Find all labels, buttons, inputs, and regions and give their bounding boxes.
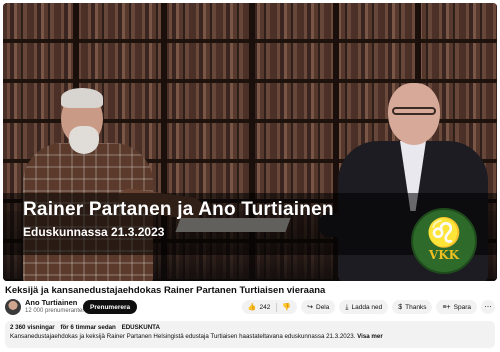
- thumbs-up-icon: 👍: [247, 303, 257, 311]
- video-title: Keksijä ja kansanedustajaehdokas Rainer …: [5, 285, 326, 296]
- share-icon: ↪: [307, 303, 313, 311]
- like-count: 242: [259, 303, 271, 311]
- logo-text: VKK: [428, 248, 460, 262]
- share-button[interactable]: ↪ Dela: [301, 300, 336, 314]
- channel-row: Ano Turtiainen 12 000 prenumeranter Pren…: [5, 297, 495, 319]
- save-label: Spara: [453, 303, 471, 311]
- like-button[interactable]: 👍 242: [248, 304, 277, 311]
- like-dislike-group: 👍 242 👎: [241, 300, 298, 314]
- save-button[interactable]: ≡+ Spara: [436, 300, 477, 314]
- more-icon: ⋯: [484, 303, 492, 311]
- overlay-subtitle: Eduskunnassa 21.3.2023: [23, 225, 165, 239]
- description-box[interactable]: 2 360 visningar för 6 timmar sedan EDUSK…: [5, 321, 495, 348]
- thanks-label: Thanks: [405, 303, 427, 311]
- more-button[interactable]: ⋯: [481, 300, 495, 314]
- download-icon: ⤓: [345, 303, 349, 311]
- dislike-button[interactable]: 👎: [282, 304, 297, 311]
- download-button[interactable]: ⤓ Ladda ned: [339, 300, 389, 314]
- show-more-link[interactable]: Visa mer: [357, 333, 383, 340]
- hashtag[interactable]: EDUSKUNTA: [122, 324, 160, 331]
- subscribe-button[interactable]: Prenumerera: [83, 300, 138, 314]
- thanks-button[interactable]: $ Thanks: [392, 300, 433, 314]
- subscriber-count: 12 000 prenumeranter: [25, 308, 85, 314]
- upload-age: för 6 timmar sedan: [60, 324, 116, 331]
- description-body: Kansanedustajaehdokas ja keksijä Rainer …: [10, 333, 356, 340]
- description-meta: 2 360 visningar för 6 timmar sedan EDUSK…: [10, 324, 490, 331]
- thumbs-down-icon: 👎: [282, 303, 292, 311]
- video-player[interactable]: Rainer Partanen ja Ano Turtiainen Edusku…: [3, 3, 497, 281]
- divider: [276, 302, 278, 312]
- share-label: Dela: [316, 303, 330, 311]
- save-icon: ≡+: [442, 303, 451, 311]
- overlay-title: Rainer Partanen ja Ano Turtiainen: [23, 199, 334, 220]
- avatar[interactable]: [5, 299, 21, 315]
- vkk-logo: ♌ VKK: [411, 208, 477, 274]
- download-label: Ladda ned: [351, 303, 383, 311]
- lion-icon: ♌: [426, 217, 462, 248]
- channel-name[interactable]: Ano Turtiainen: [25, 298, 77, 307]
- description-text: Kansanedustajaehdokas ja keksijä Rainer …: [10, 333, 490, 340]
- action-bar: 👍 242 👎 ↪ Dela ⤓ Ladda ned $ Thanks ≡+ S…: [241, 300, 495, 314]
- view-count: 2 360 visningar: [10, 324, 55, 331]
- thanks-icon: $: [398, 303, 403, 311]
